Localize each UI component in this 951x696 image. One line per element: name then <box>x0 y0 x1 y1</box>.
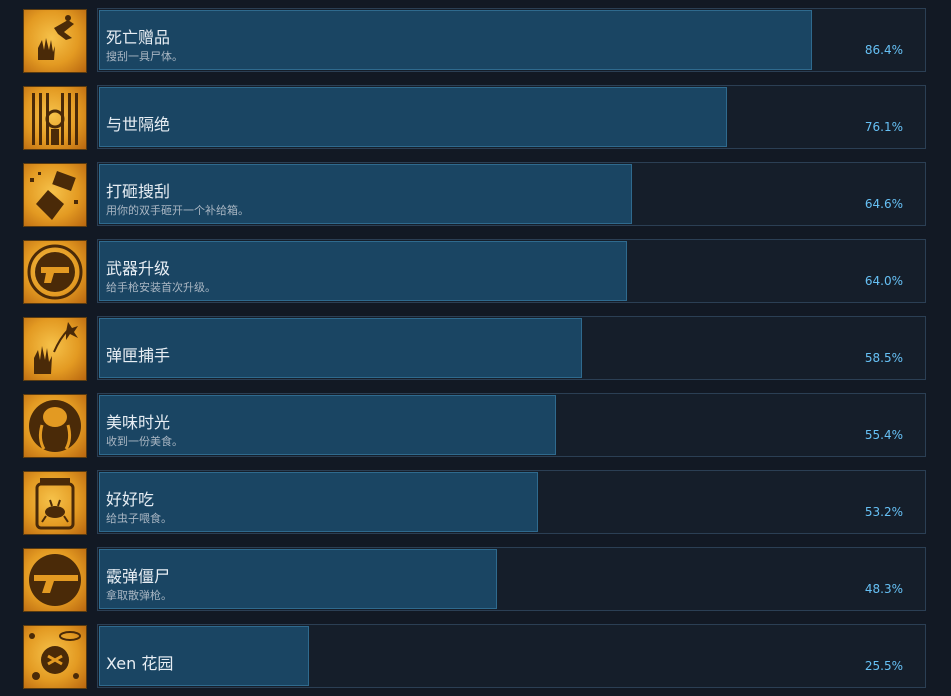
achievement-title: 霰弹僵尸 <box>106 567 171 586</box>
achievement-list: 死亡赠品 搜刮一具尸体。 86.4% 与世隔绝 76.1% 打砸搜刮 用你的双手… <box>0 0 951 696</box>
gate-icon <box>23 86 87 150</box>
achievement-row[interactable]: 打砸搜刮 用你的双手砸开一个补给箱。 64.6% <box>0 162 951 228</box>
unlock-percentage: 58.5% <box>864 351 903 365</box>
unlock-percentage: 53.2% <box>864 505 903 519</box>
pistol-icon <box>23 240 87 304</box>
achievement-title: 与世隔绝 <box>106 115 171 134</box>
achievement-title: 打砸搜刮 <box>106 182 171 201</box>
progress-bar: 好好吃 给虫子喂食。 53.2% <box>97 470 926 534</box>
unlock-percentage: 25.5% <box>864 659 903 673</box>
achievement-row[interactable]: 美味时光 收到一份美食。 55.4% <box>0 393 951 459</box>
achievement-row[interactable]: 好好吃 给虫子喂食。 53.2% <box>0 470 951 536</box>
progress-bar: 美味时光 收到一份美食。 55.4% <box>97 393 926 457</box>
unlock-percentage: 48.3% <box>864 582 903 596</box>
achievement-description: 拿取散弹枪。 <box>106 589 172 602</box>
achievement-row[interactable]: Xen 花园 25.5% <box>0 624 951 690</box>
bug-jar-icon <box>23 471 87 535</box>
achievement-row[interactable]: 武器升级 给手枪安装首次升级。 64.0% <box>0 239 951 305</box>
achievement-row[interactable]: 弹匣捕手 58.5% <box>0 316 951 382</box>
progress-fill <box>99 10 812 70</box>
achievement-title: 弹匣捕手 <box>106 346 171 365</box>
achievement-description: 搜刮一具尸体。 <box>106 50 183 63</box>
achievement-title: 武器升级 <box>106 259 171 278</box>
achievement-description: 给手枪安装首次升级。 <box>106 281 216 294</box>
progress-bar: 打砸搜刮 用你的双手砸开一个补给箱。 64.6% <box>97 162 926 226</box>
achievement-title: 好好吃 <box>106 490 155 509</box>
catch-magazine-icon <box>23 317 87 381</box>
unlock-percentage: 76.1% <box>864 120 903 134</box>
achievement-description: 用你的双手砸开一个补给箱。 <box>106 204 249 217</box>
progress-bar: Xen 花园 25.5% <box>97 624 926 688</box>
progress-bar: 与世隔绝 76.1% <box>97 85 926 149</box>
progress-fill <box>99 87 727 147</box>
progress-bar: 死亡赠品 搜刮一具尸体。 86.4% <box>97 8 926 72</box>
progress-fill <box>99 318 582 378</box>
progress-bar: 霰弹僵尸 拿取散弹枪。 48.3% <box>97 547 926 611</box>
progress-bar: 弹匣捕手 58.5% <box>97 316 926 380</box>
shotgun-icon <box>23 548 87 612</box>
achievement-title: 死亡赠品 <box>106 28 171 47</box>
achievement-description: 收到一份美食。 <box>106 435 183 448</box>
headcrab-icon <box>23 394 87 458</box>
achievement-row[interactable]: 霰弹僵尸 拿取散弹枪。 48.3% <box>0 547 951 613</box>
unlock-percentage: 64.0% <box>864 274 903 288</box>
xen-plant-icon <box>23 625 87 689</box>
hand-body-icon <box>23 9 87 73</box>
achievement-row[interactable]: 死亡赠品 搜刮一具尸体。 86.4% <box>0 8 951 74</box>
achievement-title: Xen 花园 <box>106 654 174 673</box>
progress-bar: 武器升级 给手枪安装首次升级。 64.0% <box>97 239 926 303</box>
achievement-description: 给虫子喂食。 <box>106 512 172 525</box>
unlock-percentage: 55.4% <box>864 428 903 442</box>
achievement-row[interactable]: 与世隔绝 76.1% <box>0 85 951 151</box>
unlock-percentage: 64.6% <box>864 197 903 211</box>
achievement-title: 美味时光 <box>106 413 171 432</box>
smash-crate-icon <box>23 163 87 227</box>
unlock-percentage: 86.4% <box>864 43 903 57</box>
